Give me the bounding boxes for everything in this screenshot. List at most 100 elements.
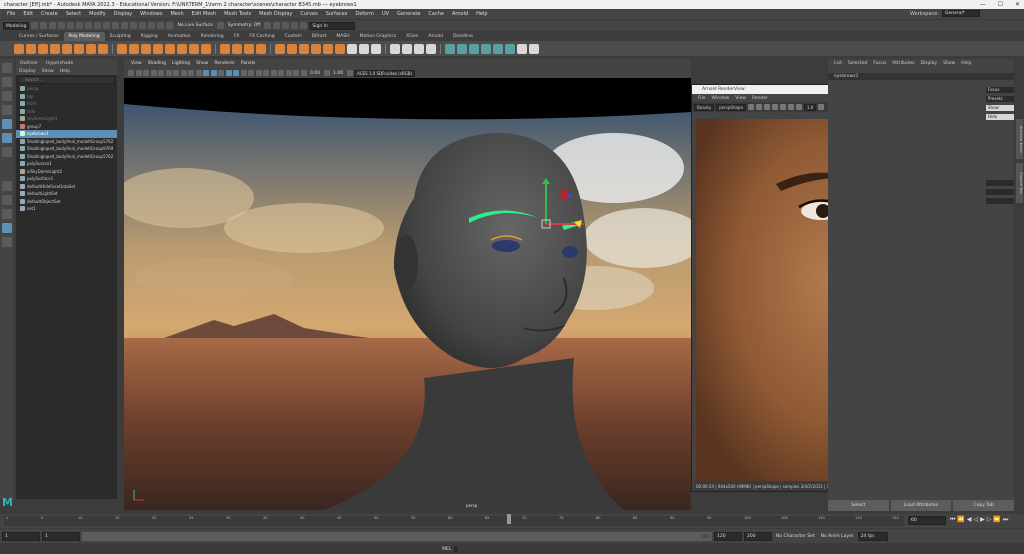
outliner-menu-help[interactable]: Help xyxy=(57,69,73,74)
poly-plane-icon[interactable] xyxy=(74,43,84,54)
exposure-icon[interactable] xyxy=(763,104,770,110)
mask-edge-icon[interactable] xyxy=(112,22,120,29)
command-language-label[interactable]: MEL xyxy=(442,547,451,552)
load-attributes-button[interactable]: Load Attributes xyxy=(890,500,952,511)
anim-layer-dropdown[interactable]: No Anim Layer xyxy=(819,534,856,539)
channel-rgb-icon[interactable] xyxy=(747,104,754,110)
symmetry-label[interactable]: Symmetry: Off xyxy=(226,23,263,28)
hide-button[interactable]: Hide xyxy=(986,114,1014,120)
attr-menu-attributes[interactable]: Attributes xyxy=(889,61,917,66)
checker-icon[interactable] xyxy=(517,43,527,54)
menu-edit-mesh[interactable]: Edit Mesh xyxy=(188,11,220,17)
menu-create[interactable]: Create xyxy=(37,11,62,17)
play-backward-icon[interactable]: ◁ xyxy=(974,516,979,524)
menu-display[interactable]: Display xyxy=(110,11,136,17)
outliner-item[interactable]: top xyxy=(16,93,117,101)
gamma-value[interactable]: 1.00 xyxy=(331,71,345,76)
multi-cut-icon[interactable] xyxy=(347,43,357,54)
menu-arnold[interactable]: Arnold xyxy=(448,11,472,17)
smooth-icon[interactable] xyxy=(201,43,211,54)
viewport-menu-lighting[interactable]: Lighting xyxy=(169,61,193,66)
attr-menu-list[interactable]: List xyxy=(831,61,845,66)
four-view-icon[interactable] xyxy=(2,195,12,205)
camera-dropdown[interactable]: perspShape xyxy=(716,103,746,111)
merge-icon[interactable] xyxy=(335,43,345,54)
select-component-icon[interactable] xyxy=(94,22,102,29)
poly-torus-icon[interactable] xyxy=(62,43,72,54)
menu-deform[interactable]: Deform xyxy=(351,11,378,17)
cylindrical-map-icon[interactable] xyxy=(457,43,467,54)
field-chart-icon[interactable] xyxy=(188,70,194,76)
step-back-frame-icon[interactable]: ◀ xyxy=(967,516,972,524)
xray-joints-icon[interactable] xyxy=(293,70,299,76)
select-object-icon[interactable] xyxy=(85,22,93,29)
save-scene-icon[interactable] xyxy=(49,22,57,29)
menu-generate[interactable]: Generate xyxy=(393,11,424,17)
tab-hypershade[interactable]: Hypershade xyxy=(42,61,77,66)
shelf-tab-fx-caching[interactable]: FX Caching xyxy=(244,32,279,41)
mask-vertex-icon[interactable] xyxy=(103,22,111,29)
shelf-tab-poly-modeling[interactable]: Poly Modeling xyxy=(63,32,105,41)
shelf-tab-fx[interactable]: FX xyxy=(229,32,245,41)
step-forward-frame-icon[interactable]: ▷ xyxy=(987,516,992,524)
outliner-item[interactable]: persp xyxy=(16,85,117,93)
redo-icon[interactable] xyxy=(67,22,75,29)
menu-mesh[interactable]: Mesh xyxy=(166,11,187,17)
menu-edit[interactable]: Edit xyxy=(19,11,37,17)
ratio-input[interactable]: 1.0 xyxy=(803,103,817,111)
shelf-tab-xgen[interactable]: XGen xyxy=(401,32,423,41)
user-icon[interactable] xyxy=(300,22,308,29)
bevel-icon[interactable] xyxy=(287,43,297,54)
time-slider-track[interactable]: 1 5 10 15 20 25 30 35 40 45 50 55 60 65 … xyxy=(4,516,904,526)
target-weld-icon[interactable] xyxy=(359,43,369,54)
textured-icon[interactable] xyxy=(225,70,232,76)
single-view-icon[interactable] xyxy=(2,181,12,191)
shelf-tab-curves-surfaces[interactable]: Curves / Surfaces xyxy=(14,32,64,41)
svg-icon[interactable] xyxy=(153,43,163,54)
minimize-button[interactable]: — xyxy=(980,1,986,8)
outliner-item[interactable]: group7 xyxy=(16,123,117,131)
menuset-dropdown[interactable]: Modeling xyxy=(3,21,30,30)
smooth-shade-icon[interactable] xyxy=(210,70,217,76)
outliner-item[interactable]: polySurace1 xyxy=(16,160,117,168)
go-to-end-icon[interactable]: ⏭ xyxy=(1003,516,1008,524)
xray-icon[interactable] xyxy=(285,70,292,76)
sweep-mesh-icon[interactable] xyxy=(129,43,139,54)
step-back-key-icon[interactable]: ⏪ xyxy=(957,516,964,524)
start-time-input[interactable]: 1 xyxy=(2,531,40,541)
poly-cube-icon[interactable] xyxy=(26,43,36,54)
fill-hole-icon[interactable] xyxy=(323,43,333,54)
snap-curve-icon[interactable] xyxy=(139,22,147,29)
grid-icon[interactable] xyxy=(158,70,164,76)
menu-surfaces[interactable]: Surfaces xyxy=(322,11,352,17)
view-transform-dropdown[interactable]: ACES 1.0 SDR-video (sRGB) xyxy=(354,69,416,77)
scale-tool-icon[interactable] xyxy=(2,133,12,143)
bridge-icon[interactable] xyxy=(299,43,309,54)
aov-dropdown[interactable]: Beauty xyxy=(694,103,715,111)
uv-layout-icon[interactable] xyxy=(505,43,515,54)
snap-point-icon[interactable] xyxy=(148,22,156,29)
color-management-icon[interactable] xyxy=(346,70,353,76)
menu-windows[interactable]: Windows xyxy=(136,11,166,17)
attr-node-tab[interactable]: eyebrows1 xyxy=(828,73,1014,80)
renderview-menu-render[interactable]: Render xyxy=(749,96,771,101)
outliner-item[interactable]: skydomeLight1 xyxy=(16,115,117,123)
lasso-tool-icon[interactable] xyxy=(2,77,12,87)
attr-menu-help[interactable]: Help xyxy=(958,61,974,66)
outliner-item-selected[interactable]: eyebrows1 xyxy=(16,130,117,138)
retopo-icon[interactable] xyxy=(256,43,266,54)
viewport-menu-renderer[interactable]: Renderer xyxy=(211,61,238,66)
attr-field[interactable] xyxy=(986,189,1014,195)
wireframe-on-shaded-icon[interactable] xyxy=(218,70,224,76)
poly-cylinder-icon[interactable] xyxy=(38,43,48,54)
quad-draw-icon[interactable] xyxy=(390,43,400,54)
outliner-menu-show[interactable]: Show xyxy=(39,69,57,74)
playback-end-input[interactable]: 120 xyxy=(714,531,742,541)
paint-select-tool-icon[interactable] xyxy=(2,91,12,101)
mirror-icon[interactable] xyxy=(232,43,242,54)
undo-icon[interactable] xyxy=(58,22,66,29)
range-bar[interactable]: 120 xyxy=(82,531,712,541)
outliner-item[interactable]: front xyxy=(16,100,117,108)
poly-sphere-icon[interactable] xyxy=(14,43,24,54)
copy-tab-button[interactable]: Copy Tab xyxy=(953,500,1015,511)
